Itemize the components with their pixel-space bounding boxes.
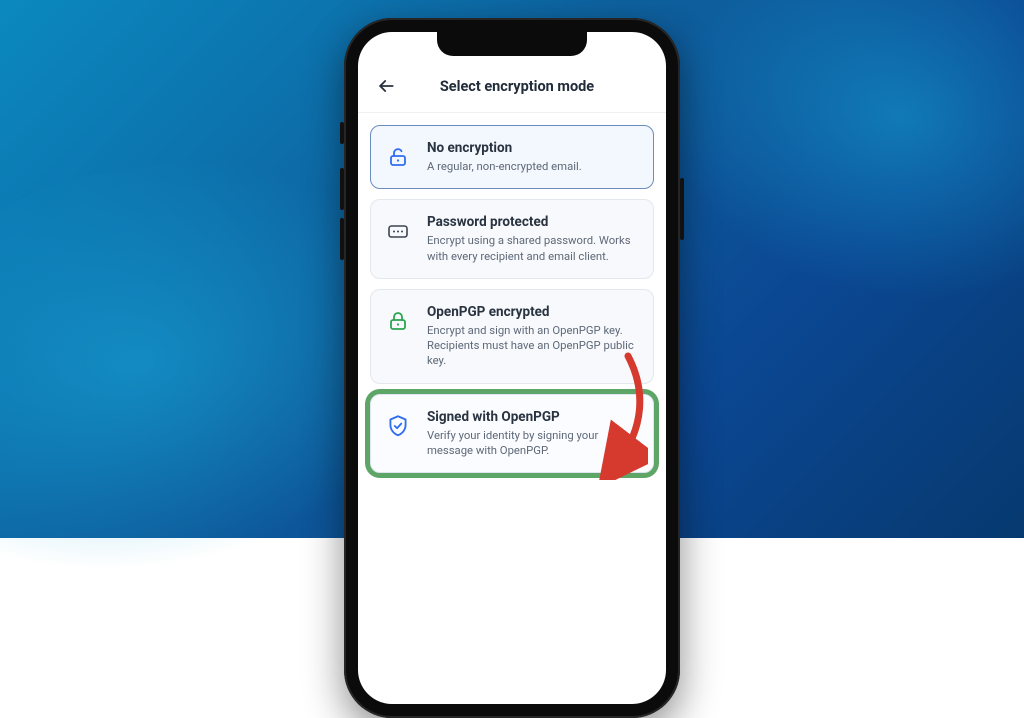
option-title: Password protected — [427, 214, 639, 230]
option-body: No encryption A regular, non-encrypted e… — [427, 140, 639, 174]
power-button — [680, 178, 684, 240]
phone-frame: Select encryption mode No encryption A r… — [344, 18, 680, 718]
option-title: Signed with OpenPGP — [427, 409, 639, 425]
app-root: Select encryption mode No encryption A r… — [358, 32, 666, 704]
option-password-protected[interactable]: Password protected Encrypt using a share… — [370, 199, 654, 279]
phone-notch — [437, 32, 587, 56]
app-header: Select encryption mode — [358, 62, 666, 113]
page-title: Select encryption mode — [382, 78, 652, 95]
option-desc: A regular, non-encrypted email. — [427, 159, 639, 174]
option-title: No encryption — [427, 140, 639, 156]
option-body: Password protected Encrypt using a share… — [427, 214, 639, 264]
option-body: OpenPGP encrypted Encrypt and sign with … — [427, 304, 639, 369]
lock-green-icon — [383, 304, 413, 338]
unlock-icon — [383, 140, 413, 174]
phone-screen: Select encryption mode No encryption A r… — [358, 32, 666, 704]
option-desc: Encrypt using a shared password. Works w… — [427, 233, 639, 264]
option-body: Signed with OpenPGP Verify your identity… — [427, 409, 639, 459]
password-icon — [383, 214, 413, 248]
volume-down-button — [340, 218, 344, 260]
option-title: OpenPGP encrypted — [427, 304, 639, 320]
option-desc: Verify your identity by signing your mes… — [427, 428, 639, 459]
option-signed-openpgp[interactable]: Signed with OpenPGP Verify your identity… — [370, 394, 654, 474]
option-no-encryption[interactable]: No encryption A regular, non-encrypted e… — [370, 125, 654, 189]
volume-up-button — [340, 168, 344, 210]
mute-switch — [340, 122, 344, 144]
shield-check-icon — [383, 409, 413, 443]
option-openpgp-encrypted[interactable]: OpenPGP encrypted Encrypt and sign with … — [370, 289, 654, 384]
option-desc: Encrypt and sign with an OpenPGP key. Re… — [427, 323, 639, 369]
encryption-options-list: No encryption A regular, non-encrypted e… — [358, 113, 666, 485]
